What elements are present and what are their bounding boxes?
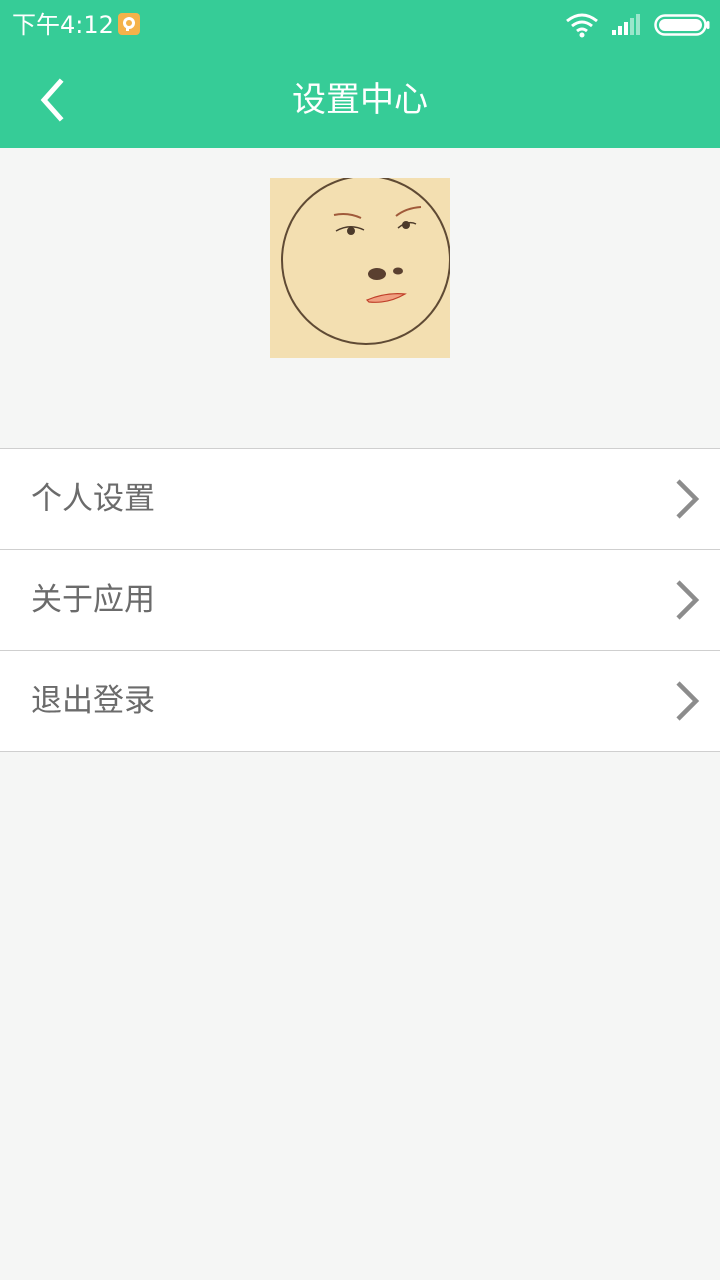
chevron-right-icon (672, 578, 702, 626)
notification-icon (118, 13, 140, 35)
avatar[interactable] (270, 178, 450, 358)
chevron-right-icon (672, 477, 702, 525)
menu-item-about-app[interactable]: 关于应用 (0, 550, 720, 651)
chevron-right-icon (672, 679, 702, 727)
page-title: 设置中心 (292, 80, 428, 120)
menu-item-label: 个人设置 (31, 481, 155, 517)
menu-item-logout[interactable]: 退出登录 (0, 651, 720, 752)
settings-menu: 个人设置 关于应用 退出登录 (0, 448, 720, 752)
menu-item-label: 退出登录 (31, 683, 155, 719)
menu-item-label: 关于应用 (31, 582, 155, 618)
menu-item-personal-settings[interactable]: 个人设置 (0, 449, 720, 550)
status-time: 下午4:12 (12, 11, 114, 39)
wifi-icon (565, 12, 599, 42)
battery-icon (654, 14, 710, 40)
app-bar: 设置中心 (0, 50, 720, 148)
signal-icon (610, 14, 642, 40)
status-bar: 下午4:12 (0, 0, 720, 50)
